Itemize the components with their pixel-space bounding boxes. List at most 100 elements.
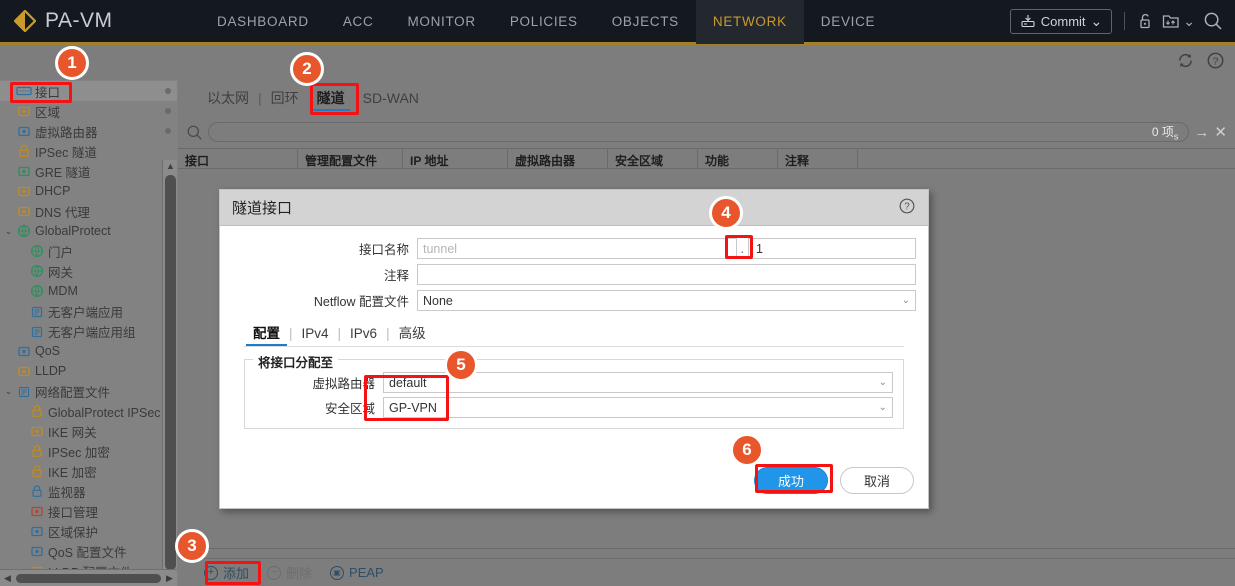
sidebar-item-5[interactable]: DHCP: [0, 181, 177, 201]
nav-tab-policies[interactable]: POLICIES: [493, 0, 595, 44]
sidebar-item-7[interactable]: ⌄ GlobalProtect: [0, 221, 177, 241]
cancel-button[interactable]: 取消: [840, 467, 914, 494]
table-column-header[interactable]: 注释: [778, 149, 858, 168]
sidebar-item-9[interactable]: 网关: [0, 261, 177, 281]
sidebar-item-8[interactable]: 门户: [0, 241, 177, 261]
annotation-badge-1: 1: [55, 46, 89, 80]
nav-tab-objects[interactable]: OBJECTS: [595, 0, 696, 44]
scroll-left-arrow[interactable]: ◀: [0, 573, 15, 584]
sidebar-item-label: GlobalProtect IPSec 加密: [48, 405, 171, 420]
clientless-app-group-icon: [28, 324, 45, 339]
annotation-badge-6: 6: [730, 433, 764, 467]
table-column-header[interactable]: 功能: [698, 149, 778, 168]
config-transfer-icon[interactable]: ⌄: [1162, 12, 1195, 30]
dialog-tab-ipv4[interactable]: IPv4: [293, 321, 338, 346]
sidebar-item-22[interactable]: 区域保护: [0, 521, 177, 541]
nav-divider: [1124, 12, 1126, 30]
commit-label: Commit: [1040, 13, 1086, 29]
help-icon[interactable]: ?: [1206, 51, 1225, 75]
sidebar-item-12[interactable]: 无客户端应用组: [0, 321, 177, 341]
delete-button[interactable]: − 删除: [267, 563, 312, 582]
table-column-header[interactable]: 管理配置文件: [298, 149, 403, 168]
search-go-icon[interactable]: →: [1194, 124, 1209, 141]
sidebar-item-14[interactable]: LLDP: [0, 361, 177, 381]
sidebar-item-3[interactable]: IPSec 隧道: [0, 141, 177, 161]
sidebar-item-18[interactable]: IPSec 加密: [0, 441, 177, 461]
nav-tab-acc[interactable]: ACC: [326, 0, 391, 44]
sidebar-item-19[interactable]: IKE 加密: [0, 461, 177, 481]
mdm-icon: [28, 284, 45, 299]
refresh-icon[interactable]: [1176, 51, 1195, 75]
table-column-header[interactable]: [858, 149, 1235, 168]
sidebar-item-21[interactable]: 接口管理: [0, 501, 177, 521]
sidebar-item-label: 无客户端应用组: [48, 325, 136, 340]
annotation-badge-2: 2: [290, 52, 324, 86]
gre-tunnel-icon: [15, 164, 32, 179]
sidebar-horizontal-scrollbar[interactable]: ◀ ▶: [0, 569, 177, 586]
lldp-icon: [15, 364, 32, 379]
interface-name-input[interactable]: [417, 238, 737, 259]
sidebar-item-label: 接口: [35, 85, 61, 100]
sidebar-item-6[interactable]: DNS 代理: [0, 201, 177, 221]
chevron-down-icon[interactable]: ⌄: [2, 386, 15, 397]
sidebar-item-label: 网关: [48, 265, 74, 280]
sidebar-item-0[interactable]: 接口: [0, 81, 177, 101]
sidebar-item-16[interactable]: GlobalProtect IPSec 加密: [0, 401, 177, 421]
chevron-down-icon[interactable]: ⌄: [2, 226, 15, 237]
scroll-right-arrow[interactable]: ▶: [162, 573, 177, 584]
search-clear-icon[interactable]: ✕: [1214, 123, 1227, 141]
assign-interface-fieldset: 将接口分配至 虚拟路由器 default ⌄ 安全区域 GP-VPN ⌄: [244, 352, 904, 429]
sidebar-item-label: DNS 代理: [35, 205, 90, 220]
sidebar-item-15[interactable]: ⌄ 网络配置文件: [0, 381, 177, 401]
table-column-header[interactable]: 虚拟路由器: [508, 149, 608, 168]
content-tab-tunnel[interactable]: 隧道: [308, 80, 354, 116]
sidebar-tree: 接口 区域 虚拟路由器 IPSec 隧道 GRE 隧道 DHCP DNS 代理 ⌄ Global…: [0, 80, 177, 581]
table-column-header[interactable]: IP 地址: [403, 149, 508, 168]
dialog-tab-config[interactable]: 配置: [244, 321, 289, 346]
dialog-tab-advanced[interactable]: 高级: [390, 321, 435, 346]
sidebar-item-11[interactable]: 无客户端应用: [0, 301, 177, 321]
annotation-badge-5: 5: [444, 348, 478, 382]
sidebar-item-23[interactable]: QoS 配置文件: [0, 541, 177, 561]
scroll-up-arrow[interactable]: ▲: [163, 160, 177, 173]
search-input[interactable]: 0 项s: [208, 122, 1190, 142]
sidebar-vertical-scrollbar[interactable]: ▲: [162, 160, 177, 586]
sidebar-item-20[interactable]: 监视器: [0, 481, 177, 501]
table-column-header[interactable]: 安全区域: [608, 149, 698, 168]
network-profiles-icon: [15, 384, 32, 399]
sidebar-item-10[interactable]: MDM: [0, 281, 177, 301]
gateway-icon: [28, 264, 45, 279]
ok-button[interactable]: 成功: [754, 467, 828, 494]
nav-tab-monitor[interactable]: MONITOR: [390, 0, 492, 44]
content-tab-sdwan[interactable]: SD-WAN: [354, 80, 428, 116]
scroll-thumb[interactable]: [165, 175, 176, 570]
sidebar-item-13[interactable]: QoS: [0, 341, 177, 361]
security-zone-select[interactable]: GP-VPN ⌄: [383, 397, 893, 418]
sidebar-item-2[interactable]: 虚拟路由器: [0, 121, 177, 141]
commit-button[interactable]: Commit ⌄: [1009, 8, 1113, 34]
main-nav-tabs: DASHBOARD ACC MONITOR POLICIES OBJECTS N…: [200, 0, 892, 44]
palo-alto-logo-icon: [14, 10, 36, 32]
nav-tab-device[interactable]: DEVICE: [804, 0, 892, 44]
table-column-header[interactable]: 接口: [178, 149, 298, 168]
unlock-icon[interactable]: [1137, 12, 1154, 30]
netflow-select[interactable]: None ⌄: [417, 290, 916, 311]
sidebar-item-4[interactable]: GRE 隧道: [0, 161, 177, 181]
content-tab-loopback[interactable]: 回环: [262, 80, 308, 116]
help-icon[interactable]: ?: [898, 197, 916, 219]
dialog-tabs-rule: [244, 346, 904, 347]
scroll-hthumb[interactable]: [16, 573, 161, 583]
sidebar-item-17[interactable]: IKE 网关: [0, 421, 177, 441]
commit-icon: [1021, 15, 1035, 28]
dialog-tab-ipv6[interactable]: IPv6: [341, 321, 386, 346]
comment-input[interactable]: [417, 264, 916, 285]
add-button[interactable]: + 添加: [204, 563, 249, 582]
search-icon[interactable]: [1203, 11, 1223, 31]
nav-tab-dashboard[interactable]: DASHBOARD: [200, 0, 326, 44]
search-result-count: 0 项s: [1151, 124, 1179, 142]
nav-tab-network[interactable]: NETWORK: [695, 0, 804, 44]
content-tab-ethernet[interactable]: 以太网: [198, 80, 258, 116]
interface-suffix-input[interactable]: [748, 238, 916, 259]
peap-button[interactable]: ▣ PEAP: [330, 565, 384, 580]
sidebar-item-1[interactable]: 区域: [0, 101, 177, 121]
